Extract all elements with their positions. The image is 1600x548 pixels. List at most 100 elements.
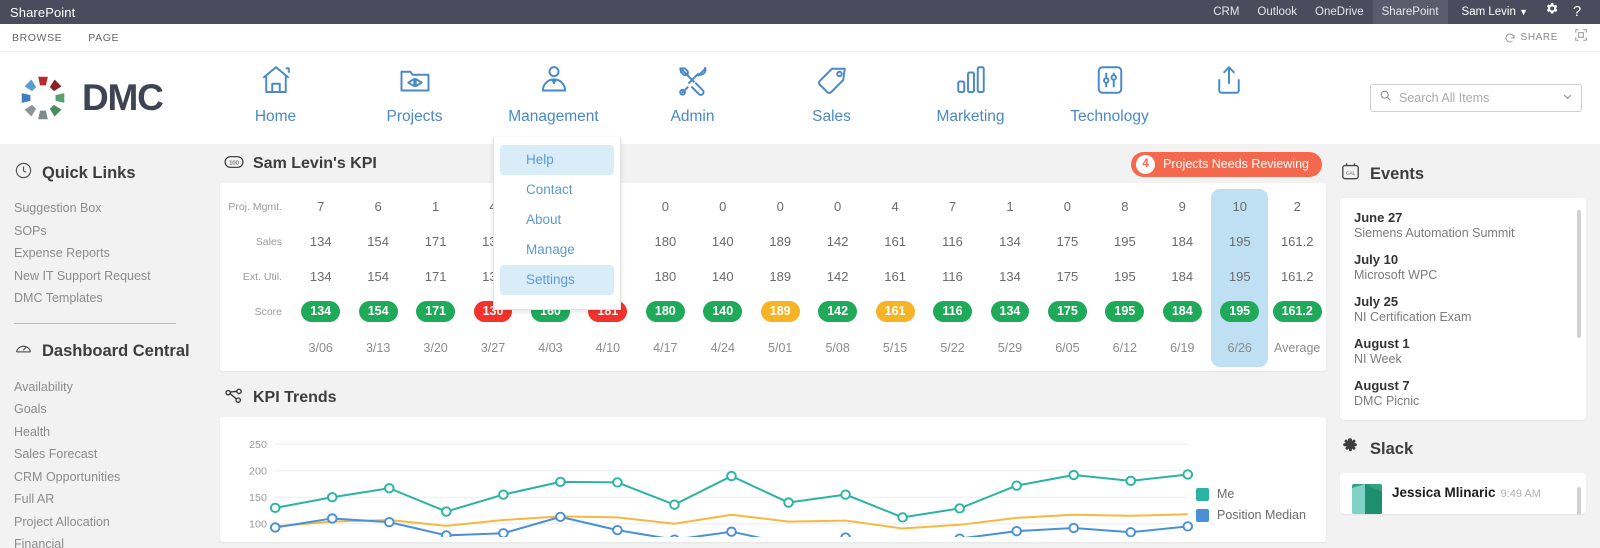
event-item[interactable]: June 27 Siemens Automation Summit: [1354, 210, 1572, 240]
score-chip: 195: [1105, 301, 1145, 322]
kpi-cell: 189: [769, 234, 792, 249]
sidebar-item-financial[interactable]: Financial: [14, 533, 214, 548]
kpi-cell: 180: [654, 269, 677, 284]
score-chip: 142: [818, 301, 858, 322]
nav-item-technology[interactable]: Technology: [1040, 62, 1179, 126]
menu-item-contact[interactable]: Contact: [500, 175, 614, 205]
nav-label-home: Home: [254, 108, 297, 125]
kpi-cell: 142: [809, 294, 866, 329]
gauge-icon: [14, 340, 33, 364]
event-date: July 10: [1354, 252, 1399, 267]
kpi-cell: 195: [1096, 294, 1153, 329]
kpi-cell: 140: [694, 294, 751, 329]
suite-link-outlook[interactable]: Outlook: [1248, 0, 1306, 24]
menu-item-settings[interactable]: Settings: [500, 265, 614, 295]
chart-data-point: [498, 489, 509, 500]
sidebar-item-goals[interactable]: Goals: [14, 398, 214, 421]
nav-item-sales[interactable]: Sales: [762, 62, 901, 126]
suite-link-crm[interactable]: CRM: [1204, 0, 1248, 24]
chart-data-point: [1011, 480, 1022, 491]
sidebar-item-availability[interactable]: Availability: [14, 376, 214, 399]
svg-text:CAL: CAL: [1346, 171, 1356, 177]
tools-icon: [674, 62, 712, 103]
kpi-column-header: 6/12: [1112, 341, 1138, 355]
nav-label-projects: Projects: [386, 108, 443, 125]
clock-icon: [14, 161, 33, 185]
kpi-column-header: 5/15: [882, 341, 908, 355]
sliders-icon: [1091, 62, 1129, 103]
ribbon-tab-page[interactable]: PAGE: [88, 32, 119, 44]
sidebar-item-new-it-support-request[interactable]: New IT Support Request: [14, 265, 214, 288]
chart-data-point: [1182, 469, 1194, 480]
score-chip: 161.2: [1272, 301, 1322, 322]
sidebar-item-dmc-templates[interactable]: DMC Templates: [14, 287, 214, 310]
ribbon-tab-browse[interactable]: BROWSE: [12, 32, 62, 44]
sidebar-item-sops[interactable]: SOPs: [14, 220, 214, 243]
kpi-row-label: Score: [254, 305, 282, 318]
events-scrollbar[interactable]: [1577, 210, 1581, 338]
kpi-cell: 134: [309, 234, 332, 249]
gear-icon[interactable]: [1538, 0, 1564, 24]
slack-avatar: [1352, 484, 1382, 514]
nav-item-share[interactable]: [1179, 62, 1279, 103]
kpi-row-dates: 3/06 3/13 3/20 3/27 4/03 4/10 4/17 4/24 5/01 5/08…: [220, 329, 1326, 367]
sidebar-item-sales-forecast[interactable]: Sales Forecast: [14, 443, 214, 466]
kpi-cell: 161: [866, 294, 923, 329]
kpi-cell: 1: [1006, 199, 1014, 214]
nav-item-home[interactable]: Home: [206, 62, 345, 126]
slack-author: Jessica Mlinaric: [1392, 485, 1496, 500]
slack-scrollbar[interactable]: [1577, 487, 1581, 515]
kpi-column-header: 3/13: [365, 341, 391, 355]
chart-data-point: [555, 511, 566, 523]
score-chip: 134: [301, 301, 341, 322]
menu-item-manage[interactable]: Manage: [500, 235, 614, 265]
legend-label-position-median: Position Median: [1217, 508, 1306, 522]
event-date: August 7: [1354, 378, 1410, 393]
suite-link-sharepoint[interactable]: SharePoint: [1372, 0, 1448, 24]
event-item[interactable]: August 7 DMC Picnic: [1354, 378, 1572, 408]
chart-line: [275, 513, 1188, 530]
event-item[interactable]: August 1 NI Week: [1354, 336, 1572, 366]
kpi-column-header: 3/27: [480, 341, 506, 355]
score-chip: 116: [933, 301, 972, 322]
sidebar-item-crm-opportunities[interactable]: CRM Opportunities: [14, 466, 214, 489]
nav-item-projects[interactable]: Projects: [345, 62, 484, 126]
quick-links-header: Quick Links: [14, 161, 214, 185]
search-input[interactable]: Search All Items: [1399, 91, 1555, 105]
projects-needs-reviewing-badge[interactable]: 4 Projects Needs Reviewing: [1131, 151, 1322, 177]
kpi-cell: 171: [424, 234, 447, 249]
search-box[interactable]: Search All Items: [1370, 84, 1582, 112]
kpi-cell: 180: [637, 294, 694, 329]
chart-data-point: [669, 499, 680, 510]
sidebar-divider: [14, 322, 176, 324]
sidebar-item-expense-reports[interactable]: Expense Reports: [14, 242, 214, 265]
sidebar-item-project-allocation[interactable]: Project Allocation: [14, 511, 214, 534]
slack-message[interactable]: Jessica Mlinaric 9:49 AM: [1352, 484, 1572, 514]
kpi-cell: 175: [1056, 269, 1079, 284]
kpi-cell: 116: [942, 234, 963, 249]
question-icon[interactable]: ?: [1564, 0, 1590, 24]
nav-item-marketing[interactable]: Marketing: [901, 62, 1040, 126]
focus-on-content-icon[interactable]: [1574, 28, 1588, 47]
menu-item-about[interactable]: About: [500, 205, 614, 235]
sidebar-item-health[interactable]: Health: [14, 421, 214, 444]
event-item[interactable]: July 25 NI Certification Exam: [1354, 294, 1572, 324]
chevron-down-icon[interactable]: [1562, 89, 1573, 107]
bar-chart-icon: [952, 62, 990, 103]
center-column: 100 Sam Levin's KPI 4 Projects Needs Rev…: [214, 145, 1334, 548]
nav-item-admin[interactable]: Admin: [623, 62, 762, 126]
event-name: NI Week: [1354, 352, 1402, 366]
kpi-cell: 140: [711, 269, 734, 284]
nav-item-management[interactable]: Management: [484, 62, 623, 126]
sidebar-item-full-ar[interactable]: Full AR: [14, 488, 214, 511]
dmc-logo[interactable]: DMC: [14, 69, 206, 127]
sidebar-item-suggestion-box[interactable]: Suggestion Box: [14, 197, 214, 220]
share-button[interactable]: SHARE: [1504, 32, 1558, 44]
event-item[interactable]: July 10 Microsoft WPC: [1354, 252, 1572, 282]
menu-item-help[interactable]: Help: [500, 145, 614, 175]
dashboard-central-title: Dashboard Central: [42, 342, 190, 360]
user-menu[interactable]: Sam Levin ▼: [1448, 0, 1538, 24]
kpi-cell: 161.2: [1268, 294, 1326, 329]
kpi-cell: 161.2: [1280, 269, 1314, 284]
suite-link-onedrive[interactable]: OneDrive: [1306, 0, 1373, 24]
